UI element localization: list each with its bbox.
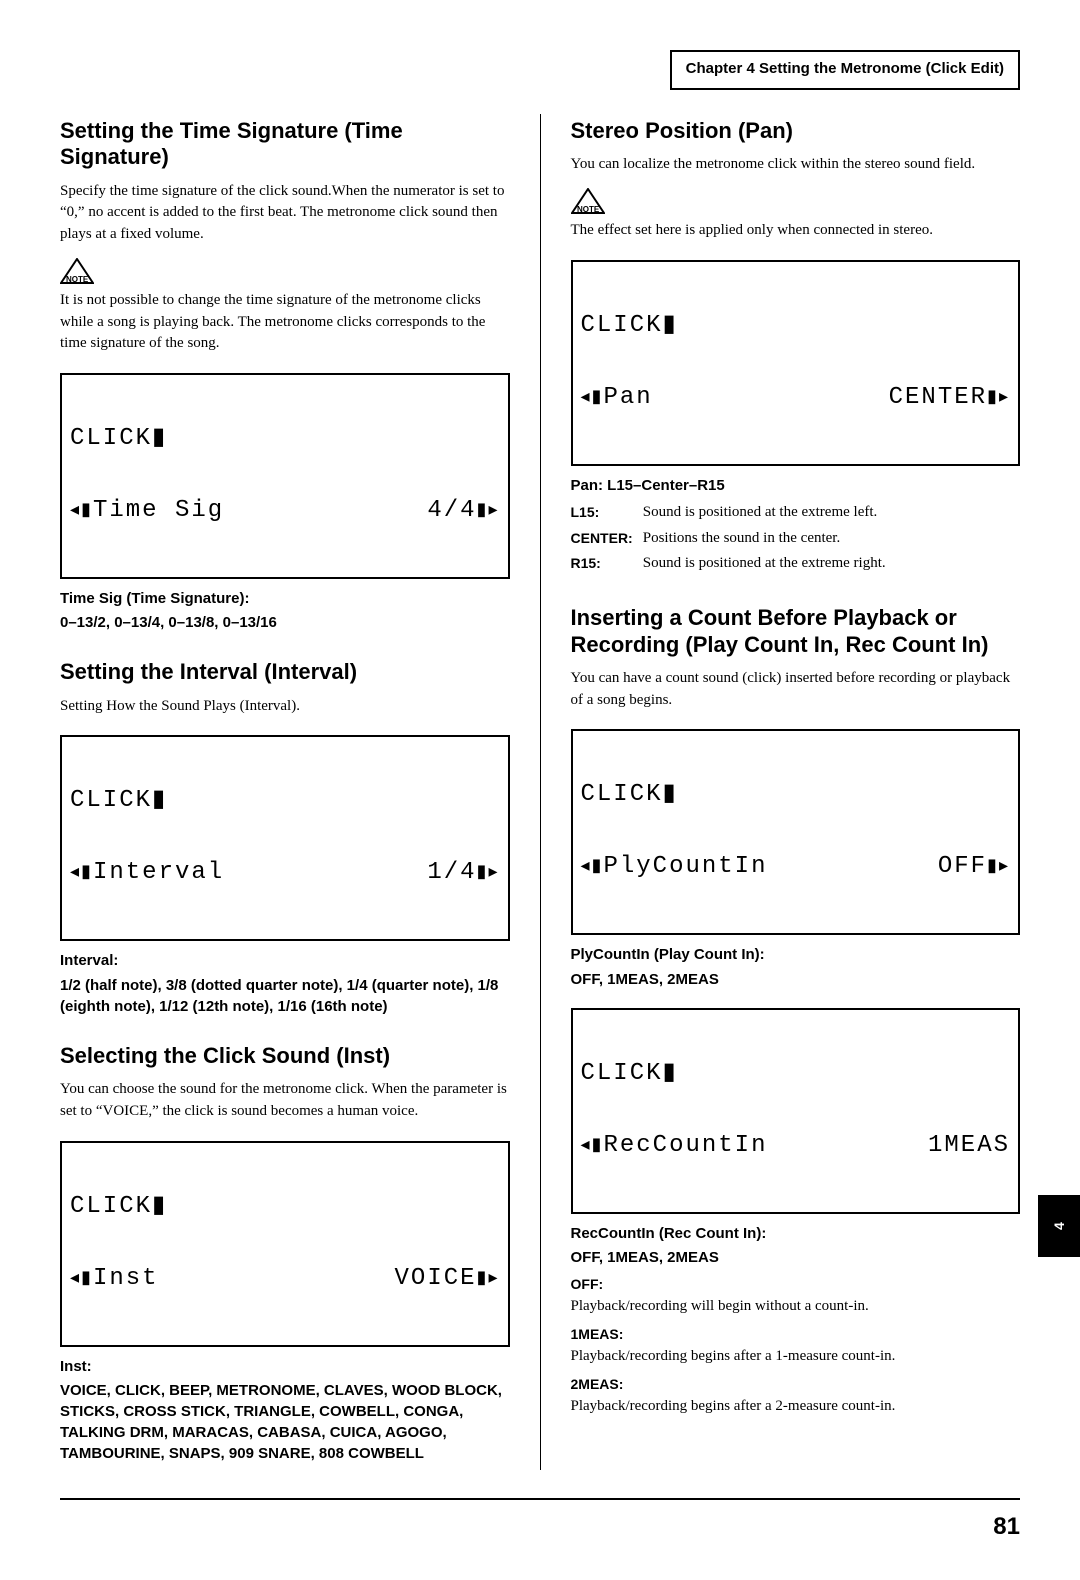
lcd-value: 1/4 xyxy=(427,861,476,885)
thumb-tab-label: 4 xyxy=(1049,1222,1069,1230)
lcd-plycountin: CLICK▮ ◂▮ PlyCountInOFF ▮▸ xyxy=(571,729,1021,935)
def-value: Playback/recording begins after a 2-meas… xyxy=(571,1396,1021,1418)
note-text: It is not possible to change the time si… xyxy=(60,290,510,355)
param-values: OFF, 1MEAS, 2MEAS xyxy=(571,969,1021,990)
param-values: 0–13/2, 0–13/4, 0–13/8, 0–13/16 xyxy=(60,612,510,633)
def-key: OFF: xyxy=(571,1274,1021,1294)
body-text: Setting How the Sound Plays (Interval). xyxy=(60,696,510,718)
table-row: R15:Sound is positioned at the extreme r… xyxy=(571,553,886,579)
lcd-param: PlyCountIn xyxy=(603,855,767,879)
table-key: R15: xyxy=(571,553,643,579)
table-row: L15:Sound is positioned at the extreme l… xyxy=(571,502,886,528)
note-icon: NOTE xyxy=(60,258,94,284)
prev-arrow-icon: ◂▮ xyxy=(581,1137,604,1155)
next-arrow-icon: ▮▸ xyxy=(477,502,500,520)
lcd-title: CLICK xyxy=(70,425,152,452)
prev-arrow-icon: ◂▮ xyxy=(581,389,604,407)
lcd-title: CLICK xyxy=(70,1193,152,1220)
chapter-label: Chapter 4 Setting the Metronome (Click E… xyxy=(670,50,1020,90)
lcd-value: 1MEAS xyxy=(928,1134,1010,1158)
page: 4 Chapter 4 Setting the Metronome (Click… xyxy=(0,0,1080,1580)
lcd-param: Inst xyxy=(93,1267,159,1291)
lcd-value: CENTER xyxy=(889,386,987,410)
note-marker: NOTE xyxy=(571,188,1021,214)
body-text: Specify the time signature of the click … xyxy=(60,181,510,246)
next-arrow-icon: ▮▸ xyxy=(477,1270,500,1288)
table-value: Sound is positioned at the extreme left. xyxy=(643,502,886,528)
section-heading-time-signature: Setting the Time Signature (Time Signatu… xyxy=(60,118,510,171)
right-column: Stereo Position (Pan) You can localize t… xyxy=(571,114,1021,1470)
section-heading-count-in: Inserting a Count Before Playback or Rec… xyxy=(571,605,1021,658)
prev-arrow-icon: ◂▮ xyxy=(70,502,93,520)
next-arrow-icon: ▮▸ xyxy=(987,389,1010,407)
lcd-title: CLICK xyxy=(581,312,663,339)
param-title: PlyCountIn (Play Count In): xyxy=(571,945,1021,965)
lcd-reccountin: CLICK▮ ◂▮ RecCountIn1MEAS xyxy=(571,1008,1021,1214)
thumb-tab: 4 xyxy=(1038,1195,1080,1257)
param-values: 1/2 (half note), 3/8 (dotted quarter not… xyxy=(60,975,510,1017)
content-columns: Setting the Time Signature (Time Signatu… xyxy=(60,114,1020,1470)
note-text: The effect set here is applied only when… xyxy=(571,220,1021,242)
next-arrow-icon: ▮▸ xyxy=(987,858,1010,876)
param-title: Interval: xyxy=(60,951,510,971)
param-title: Inst: xyxy=(60,1357,510,1377)
lcd-param: RecCountIn xyxy=(603,1134,767,1158)
prev-arrow-icon: ◂▮ xyxy=(70,1270,93,1288)
def-key: 1MEAS: xyxy=(571,1324,1021,1344)
table-row: CENTER:Positions the sound in the center… xyxy=(571,528,886,554)
note-icon: NOTE xyxy=(571,188,605,214)
prev-arrow-icon: ◂▮ xyxy=(70,864,93,882)
count-definitions: OFF: Playback/recording will begin witho… xyxy=(571,1274,1021,1418)
body-text: You can localize the metronome click wit… xyxy=(571,154,1021,176)
prev-arrow-icon: ◂▮ xyxy=(581,858,604,876)
def-value: Playback/recording will begin without a … xyxy=(571,1296,1021,1318)
section-heading-interval: Setting the Interval (Interval) xyxy=(60,659,510,685)
lcd-pan: CLICK▮ ◂▮ PanCENTER ▮▸ xyxy=(571,260,1021,466)
lcd-title: CLICK xyxy=(581,781,663,808)
param-values: VOICE, CLICK, BEEP, METRONOME, CLAVES, W… xyxy=(60,1380,510,1464)
section-heading-pan: Stereo Position (Pan) xyxy=(571,118,1021,144)
lcd-param: Interval xyxy=(93,861,224,885)
section-heading-inst: Selecting the Click Sound (Inst) xyxy=(60,1043,510,1069)
body-text: You can choose the sound for the metrono… xyxy=(60,1079,510,1123)
pan-table: L15:Sound is positioned at the extreme l… xyxy=(571,502,886,579)
lcd-interval: CLICK▮ ◂▮ Interval1/4 ▮▸ xyxy=(60,735,510,941)
lcd-param: Time Sig xyxy=(93,499,224,523)
lcd-value: OFF xyxy=(938,855,987,879)
page-number: 81 xyxy=(60,1510,1020,1545)
param-title: RecCountIn (Rec Count In): xyxy=(571,1224,1021,1244)
lcd-title: CLICK xyxy=(70,787,152,814)
note-marker: NOTE xyxy=(60,258,510,284)
left-column: Setting the Time Signature (Time Signatu… xyxy=(60,114,510,1470)
param-title: Time Sig (Time Signature): xyxy=(60,589,510,609)
table-value: Sound is positioned at the extreme right… xyxy=(643,553,886,579)
lcd-param: Pan xyxy=(603,386,652,410)
table-value: Positions the sound in the center. xyxy=(643,528,886,554)
column-separator xyxy=(540,114,541,1470)
lcd-time-sig: CLICK▮ ◂▮ Time Sig4/4 ▮▸ xyxy=(60,373,510,579)
lcd-value: 4/4 xyxy=(427,499,476,523)
lcd-value: VOICE xyxy=(395,1267,477,1291)
body-text: You can have a count sound (click) inser… xyxy=(571,668,1021,712)
param-values: OFF, 1MEAS, 2MEAS xyxy=(571,1247,1021,1268)
svg-text:NOTE: NOTE xyxy=(577,205,600,214)
table-key: L15: xyxy=(571,502,643,528)
table-key: CENTER: xyxy=(571,528,643,554)
svg-text:NOTE: NOTE xyxy=(66,275,89,284)
def-key: 2MEAS: xyxy=(571,1374,1021,1394)
param-title: Pan: L15–Center–R15 xyxy=(571,476,1021,496)
def-value: Playback/recording begins after a 1-meas… xyxy=(571,1346,1021,1368)
bottom-rule xyxy=(60,1498,1020,1500)
lcd-title: CLICK xyxy=(581,1060,663,1087)
next-arrow-icon: ▮▸ xyxy=(477,864,500,882)
lcd-inst: CLICK▮ ◂▮ InstVOICE ▮▸ xyxy=(60,1141,510,1347)
